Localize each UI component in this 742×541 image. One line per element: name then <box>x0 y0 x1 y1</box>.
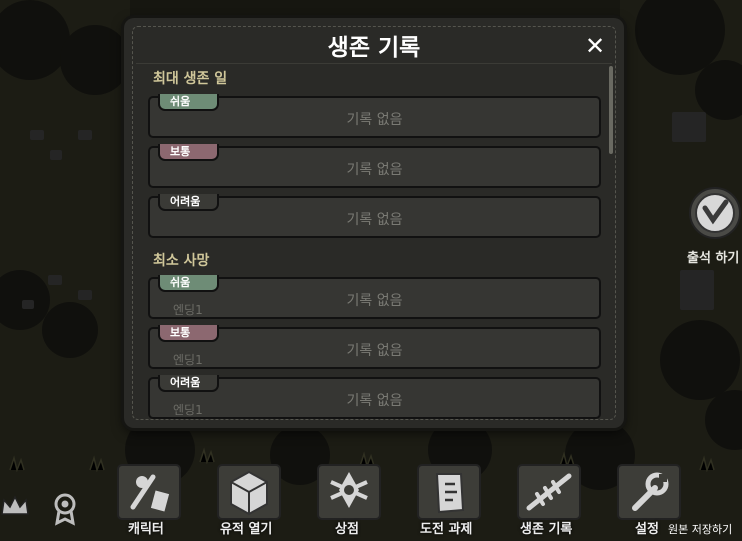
survival-record-modal: 생존 기록 ✕ 최대 생존 일 쉬움 기록 없음 보통 기록 없음 어려움 기록… <box>124 18 624 428</box>
close-button[interactable]: ✕ <box>582 33 608 59</box>
shop-icon <box>317 464 381 520</box>
settings-icon <box>617 464 681 520</box>
modal-title: 생존 기록 <box>327 35 421 61</box>
nav-character-label[interactable]: 캐릭터 <box>128 518 164 537</box>
record-row-max-hard: 어려움 기록 없음 <box>148 194 601 238</box>
attendance-check-icon[interactable] <box>688 186 742 240</box>
record-row-min-easy: 쉬움 엔딩1 기록 없음 <box>148 275 601 319</box>
section-title-max-survival-days: 최대 생존 일 <box>153 71 228 87</box>
crown-icon[interactable] <box>0 492 30 522</box>
save-original-label[interactable]: 원본 저장하기 <box>668 521 732 537</box>
character-icon <box>117 464 181 520</box>
record-row-max-normal: 보통 기록 없음 <box>148 144 601 188</box>
nav-shop-label[interactable]: 상점 <box>335 518 359 537</box>
ruins-icon <box>217 464 281 520</box>
record-row-min-hard: 어려움 엔딩1 기록 없음 <box>148 375 601 419</box>
record-value: 기록 없음 <box>346 162 403 178</box>
record-list[interactable]: 최대 생존 일 쉬움 기록 없음 보통 기록 없음 어려움 기록 없음 최소 사… <box>124 64 614 420</box>
nav-settings-label[interactable]: 설정 <box>635 518 659 537</box>
record-row-max-easy: 쉬움 기록 없음 <box>148 94 601 138</box>
nav-challenge-label[interactable]: 도전 과제 <box>420 518 472 537</box>
survival-record-icon <box>517 464 581 520</box>
record-value: 기록 없음 <box>346 212 403 228</box>
record-value: 기록 없음 <box>346 343 403 359</box>
scrollbar[interactable] <box>609 66 613 154</box>
record-value: 기록 없음 <box>346 393 403 409</box>
nav-survival-record-label[interactable]: 생존 기록 <box>520 518 572 537</box>
nav-ruins-label[interactable]: 유적 열기 <box>220 518 272 537</box>
medal-icon[interactable] <box>52 492 78 526</box>
attendance-label[interactable]: 출석 하기 <box>687 247 739 266</box>
challenge-icon <box>417 464 481 520</box>
record-value: 기록 없음 <box>346 112 403 128</box>
record-value: 기록 없음 <box>346 293 403 309</box>
section-title-min-deaths: 최소 사망 <box>153 253 210 269</box>
record-row-min-normal: 보통 엔딩1 기록 없음 <box>148 325 601 369</box>
